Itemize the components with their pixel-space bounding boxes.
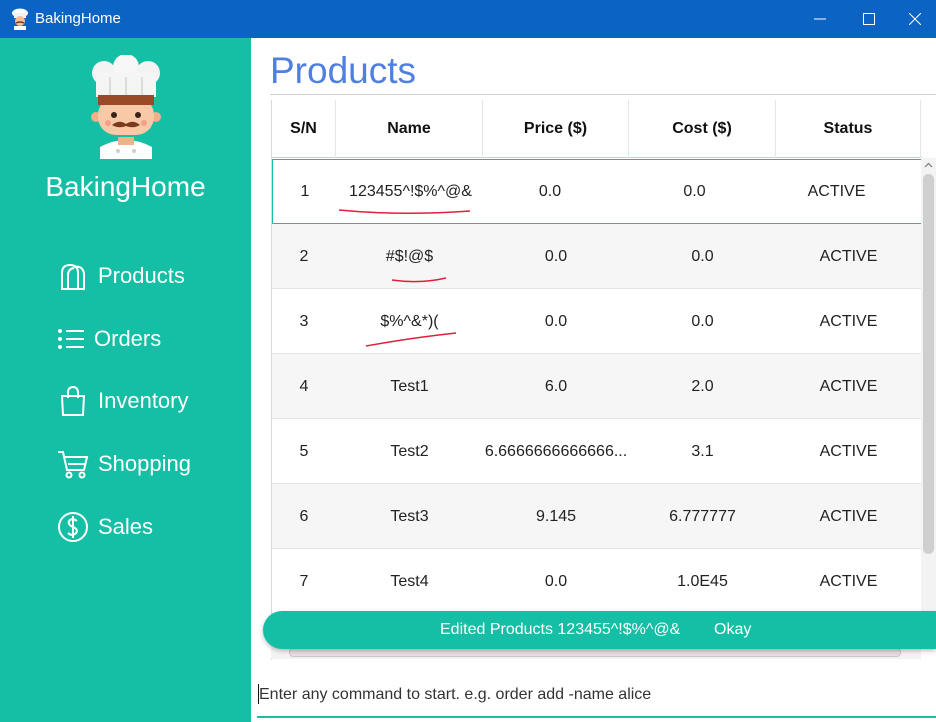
- command-input[interactable]: [257, 678, 927, 712]
- toast-message: Edited Products 123455^!$%^@&: [440, 621, 681, 638]
- toast-okay-button[interactable]: Okay: [714, 621, 751, 639]
- vertical-scroll-thumb[interactable]: [923, 174, 934, 554]
- notification-toast: Edited Products 123455^!$%^@& Okay: [263, 611, 936, 649]
- command-bar: [257, 672, 936, 718]
- vertical-scrollbar[interactable]: [921, 158, 936, 648]
- scroll-up-arrow-icon[interactable]: [923, 160, 934, 171]
- horizontal-scroll-thumb[interactable]: [289, 648, 901, 657]
